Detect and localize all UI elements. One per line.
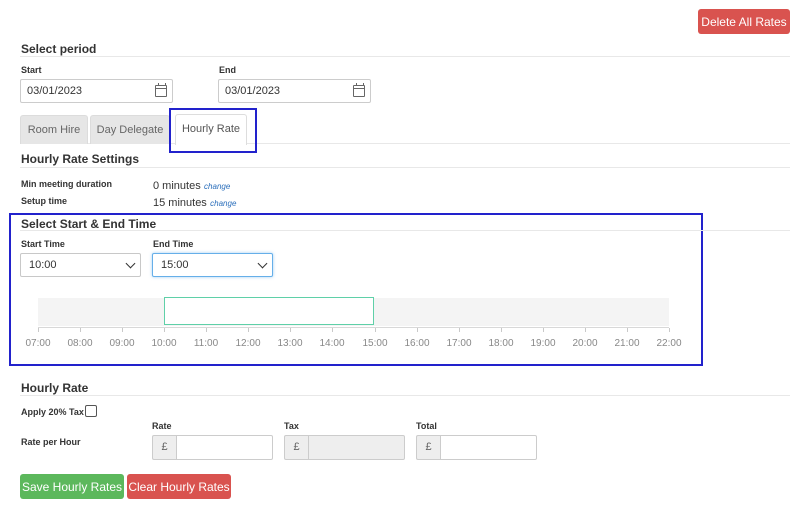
timeline-tick xyxy=(122,328,123,332)
timeline-hour-label: 07:00 xyxy=(25,338,51,349)
timeline-tick xyxy=(80,328,81,332)
chevron-down-icon xyxy=(257,258,268,269)
timeline-hour-label: 19:00 xyxy=(530,338,556,349)
tab-day-delegate[interactable]: Day Delegate xyxy=(90,115,170,144)
timeline-tick xyxy=(501,328,502,332)
end-time-label: End Time xyxy=(153,239,194,249)
rate-per-hour-label: Rate per Hour xyxy=(21,437,81,447)
apply-tax-checkbox[interactable] xyxy=(85,405,97,417)
timeline-tick xyxy=(585,328,586,332)
timeline-hour-label: 20:00 xyxy=(572,338,598,349)
timeline-hour-label: 17:00 xyxy=(446,338,472,349)
min-duration-change-link[interactable]: change xyxy=(204,182,230,191)
currency-addon: £ xyxy=(416,435,440,460)
min-duration-value: 0 minutes xyxy=(153,180,201,192)
tax-input-group: £ xyxy=(284,435,405,460)
end-time-value: 15:00 xyxy=(161,259,189,271)
timeline-hour-label: 13:00 xyxy=(277,338,303,349)
select-period-title: Select period xyxy=(21,42,97,56)
tab-room-hire[interactable]: Room Hire xyxy=(20,115,88,144)
rate-input[interactable] xyxy=(176,435,273,460)
tax-input xyxy=(308,435,405,460)
highlight-box-tab xyxy=(169,108,257,153)
calendar-icon[interactable] xyxy=(155,83,167,97)
start-time-value: 10:00 xyxy=(29,259,57,271)
setup-time-label: Setup time xyxy=(21,196,68,206)
rate-column-label: Rate xyxy=(152,421,172,431)
timeline-hour-label: 10:00 xyxy=(151,338,177,349)
timeline-tick xyxy=(206,328,207,332)
calendar-icon[interactable] xyxy=(353,83,365,97)
timeline-hour-label: 08:00 xyxy=(67,338,93,349)
hourly-rate-title: Hourly Rate xyxy=(21,381,89,395)
timeline[interactable]: 07:00 08:00 09:00 10:00 11:00 12:00 13:00 14:00… xyxy=(25,296,682,356)
timeline-tick xyxy=(332,328,333,332)
timeline-selected-range[interactable] xyxy=(164,297,374,325)
chevron-down-icon xyxy=(125,258,136,269)
timeline-tick xyxy=(164,328,165,332)
total-input-group: £ xyxy=(416,435,537,460)
select-time-title: Select Start & End Time xyxy=(21,217,157,231)
end-date-value: 03/01/2023 xyxy=(225,85,281,97)
timeline-hour-label: 11:00 xyxy=(193,338,219,349)
rate-input-group: £ xyxy=(152,435,273,460)
divider xyxy=(20,167,790,168)
divider xyxy=(20,56,790,57)
timeline-hour-label: 09:00 xyxy=(109,338,135,349)
timeline-hour-label: 15:00 xyxy=(362,338,388,349)
start-date-label: Start xyxy=(21,65,42,75)
end-time-select[interactable]: 15:00 xyxy=(152,253,273,277)
end-date-input[interactable]: 03/01/2023 xyxy=(218,79,371,103)
clear-hourly-rates-button[interactable]: Clear Hourly Rates xyxy=(127,474,231,499)
timeline-tick xyxy=(375,328,376,332)
apply-tax-label: Apply 20% Tax xyxy=(21,407,84,417)
timeline-tick xyxy=(248,328,249,332)
timeline-tick xyxy=(459,328,460,332)
timeline-axis xyxy=(38,327,669,328)
total-column-label: Total xyxy=(416,421,437,431)
timeline-tick xyxy=(669,328,670,332)
timeline-hour-label: 16:00 xyxy=(404,338,430,349)
min-duration-row: 0 minutes change xyxy=(153,178,230,192)
timeline-tick xyxy=(627,328,628,332)
setup-time-change-link[interactable]: change xyxy=(210,199,236,208)
timeline-hour-label: 22:00 xyxy=(656,338,682,349)
start-time-label: Start Time xyxy=(21,239,65,249)
start-date-input[interactable]: 03/01/2023 xyxy=(20,79,173,103)
timeline-tick xyxy=(38,328,39,332)
start-date-value: 03/01/2023 xyxy=(27,85,83,97)
currency-addon: £ xyxy=(284,435,308,460)
timeline-hour-label: 18:00 xyxy=(488,338,514,349)
timeline-hour-label: 14:00 xyxy=(319,338,345,349)
min-duration-label: Min meeting duration xyxy=(21,179,112,189)
divider xyxy=(20,230,790,231)
divider xyxy=(20,395,790,396)
timeline-tick xyxy=(290,328,291,332)
total-input[interactable] xyxy=(440,435,537,460)
currency-addon: £ xyxy=(152,435,176,460)
timeline-tick xyxy=(417,328,418,332)
timeline-tick xyxy=(543,328,544,332)
start-time-select[interactable]: 10:00 xyxy=(20,253,141,277)
timeline-hour-label: 21:00 xyxy=(614,338,640,349)
save-hourly-rates-button[interactable]: Save Hourly Rates xyxy=(20,474,124,499)
tax-column-label: Tax xyxy=(284,421,299,431)
hourly-rate-settings-title: Hourly Rate Settings xyxy=(21,152,140,166)
end-date-label: End xyxy=(219,65,236,75)
setup-time-value: 15 minutes xyxy=(153,197,207,209)
delete-all-rates-button[interactable]: Delete All Rates xyxy=(698,9,790,34)
timeline-hour-label: 12:00 xyxy=(235,338,261,349)
setup-time-row: 15 minutes change xyxy=(153,195,236,209)
